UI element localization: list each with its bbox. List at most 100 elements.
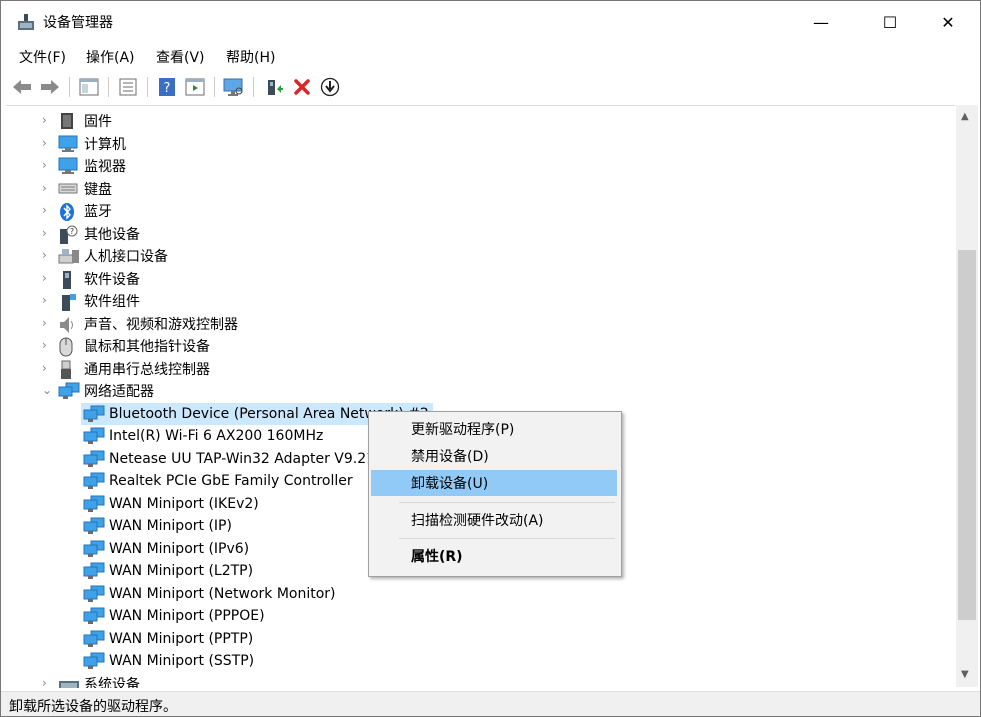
- network-device-label: WAN Miniport (L2TP): [109, 563, 254, 579]
- tree-category-label: 声音、视频和游戏控制器: [84, 316, 238, 333]
- network-device-label: WAN Miniport (Network Monitor): [109, 585, 336, 602]
- scroll-down-icon[interactable]: ▼: [961, 669, 969, 680]
- tree-category-label: 计算机: [84, 136, 126, 153]
- close-button[interactable]: ✕: [925, 1, 971, 43]
- software-device-icon: [58, 270, 78, 289]
- chevron-right-icon[interactable]: ›: [42, 317, 52, 329]
- device-tree[interactable]: › 固件 › 计算机 › 监视器 › 键盘 › 蓝牙 ›? 其他设备 › 人机接口设备 › 软件设备 › 软件组件…: [6, 105, 955, 688]
- network-device-label: Realtek PCIe GbE Family Controller: [109, 473, 353, 489]
- tree-category-row[interactable]: › 系统设备: [42, 673, 140, 688]
- vertical-scrollbar[interactable]: ▲ ▼: [956, 105, 978, 687]
- uninstall-device-menu-item[interactable]: 卸载设备(U): [371, 470, 617, 496]
- network-device-row[interactable]: WAN Miniport (IPv6): [81, 538, 253, 560]
- keyboard-icon: [58, 180, 78, 198]
- tree-category-row[interactable]: › 人机接口设备: [42, 245, 168, 267]
- network-adapter-icon: [83, 585, 105, 603]
- network-device-row[interactable]: WAN Miniport (SSTP): [81, 650, 258, 672]
- chevron-right-icon[interactable]: ›: [42, 677, 52, 689]
- uninstall-icon[interactable]: [291, 76, 313, 98]
- disable-device-menu-item[interactable]: 禁用设备(D): [371, 443, 617, 469]
- tree-category-row[interactable]: › 固件: [42, 110, 112, 132]
- tree-category-row[interactable]: › 监视器: [42, 155, 126, 177]
- network-device-label: Netease UU TAP-Win32 Adapter V9.21: [109, 450, 376, 467]
- tree-category-row[interactable]: › 声音、视频和游戏控制器: [42, 313, 238, 335]
- update-driver-menu-item[interactable]: 更新驱动程序(P): [371, 416, 617, 442]
- chevron-right-icon[interactable]: ›: [42, 227, 52, 239]
- status-text: 卸载所选设备的驱动程序。: [9, 699, 177, 715]
- svg-text:?: ?: [70, 227, 74, 236]
- hid-icon: [58, 247, 79, 265]
- network-adapter-icon: [83, 652, 105, 670]
- network-device-row[interactable]: WAN Miniport (L2TP): [81, 560, 257, 582]
- scan-hardware-icon[interactable]: [223, 76, 245, 98]
- forward-icon[interactable]: [39, 76, 61, 98]
- toolbar: ?: [1, 71, 980, 105]
- minimize-button[interactable]: —: [798, 1, 844, 43]
- tree-category-label: 软件设备: [84, 271, 140, 288]
- network-device-row[interactable]: WAN Miniport (Network Monitor): [81, 583, 340, 605]
- chevron-down-icon[interactable]: ⌄: [42, 384, 52, 396]
- update-driver-icon[interactable]: [263, 76, 285, 98]
- chevron-right-icon[interactable]: ›: [42, 362, 52, 374]
- network-adapter-icon: [83, 607, 105, 625]
- network-device-row[interactable]: WAN Miniport (PPPOE): [81, 605, 269, 627]
- minimize-icon: —: [813, 12, 829, 32]
- network-device-row[interactable]: Realtek PCIe GbE Family Controller: [81, 470, 357, 492]
- network-adapter-icon: [83, 495, 105, 513]
- chevron-right-icon[interactable]: ›: [42, 137, 52, 149]
- scan-hardware-menu-item[interactable]: 扫描检测硬件改动(A): [371, 507, 617, 533]
- tree-category-row[interactable]: › 计算机: [42, 133, 126, 155]
- properties-menu-item[interactable]: 属性(R): [371, 543, 617, 569]
- computer-icon: [58, 135, 78, 153]
- tree-category-row[interactable]: ›? 其他设备: [42, 223, 140, 245]
- network-device-row[interactable]: WAN Miniport (IKEv2): [81, 493, 263, 515]
- chevron-right-icon[interactable]: ›: [42, 159, 52, 171]
- chevron-right-icon[interactable]: ›: [42, 204, 52, 216]
- network-device-row[interactable]: WAN Miniport (PPTP): [81, 628, 257, 650]
- properties-icon[interactable]: [117, 76, 139, 98]
- network-device-row[interactable]: Intel(R) Wi-Fi 6 AX200 160MHz: [81, 425, 327, 447]
- chevron-right-icon[interactable]: ›: [42, 294, 52, 306]
- tree-category-label: 鼠标和其他指针设备: [84, 339, 210, 355]
- chevron-right-icon[interactable]: ›: [42, 339, 52, 351]
- menu-view[interactable]: 查看(V): [156, 47, 205, 67]
- title-bar[interactable]: 设备管理器 — ☐ ✕: [1, 1, 980, 43]
- tree-category-label: 固件: [84, 114, 112, 130]
- tree-category-row[interactable]: › 软件设备: [42, 268, 140, 290]
- tree-category-row[interactable]: › 蓝牙: [42, 200, 112, 222]
- chevron-right-icon[interactable]: ›: [42, 249, 52, 261]
- tree-category-label: 键盘: [84, 181, 112, 198]
- maximize-icon: ☐: [882, 12, 898, 32]
- tree-category-row[interactable]: › 鼠标和其他指针设备: [42, 335, 210, 357]
- scrollbar-thumb[interactable]: [958, 250, 976, 620]
- menu-action[interactable]: 操作(A): [86, 47, 135, 67]
- disable-icon[interactable]: [319, 76, 341, 98]
- disable-device-label: 禁用设备(D): [411, 449, 489, 465]
- maximize-button[interactable]: ☐: [867, 1, 913, 43]
- sound-icon: [58, 315, 78, 333]
- tree-category-row[interactable]: › 键盘: [42, 178, 112, 200]
- tree-category-row[interactable]: › 软件组件: [42, 290, 140, 312]
- back-icon[interactable]: [11, 76, 33, 98]
- menu-file[interactable]: 文件(F): [19, 47, 66, 67]
- show-hide-tree-icon[interactable]: [78, 76, 100, 98]
- usb-icon: [58, 360, 78, 379]
- action-icon[interactable]: [184, 76, 206, 98]
- scroll-up-icon[interactable]: ▲: [961, 111, 969, 122]
- chevron-right-icon[interactable]: ›: [42, 114, 52, 126]
- network-device-row[interactable]: WAN Miniport (IP): [81, 515, 236, 537]
- network-device-label: WAN Miniport (PPTP): [109, 630, 254, 647]
- tree-category-row[interactable]: ⌄ 网络适配器: [42, 380, 154, 402]
- toolbar-separator: [214, 77, 215, 97]
- tree-category-row[interactable]: › 通用串行总线控制器: [42, 358, 210, 380]
- toolbar-separator: [69, 77, 70, 97]
- help-icon[interactable]: ?: [156, 76, 178, 98]
- network-device-row[interactable]: Netease UU TAP-Win32 Adapter V9.21: [81, 448, 379, 470]
- tree-category-label: 监视器: [84, 159, 126, 175]
- menu-separator: [399, 538, 615, 539]
- chevron-right-icon[interactable]: ›: [42, 182, 52, 194]
- chevron-right-icon[interactable]: ›: [42, 272, 52, 284]
- menu-help[interactable]: 帮助(H): [226, 47, 275, 67]
- update-driver-label: 更新驱动程序(P): [411, 422, 515, 438]
- network-device-label: Intel(R) Wi-Fi 6 AX200 160MHz: [109, 428, 324, 444]
